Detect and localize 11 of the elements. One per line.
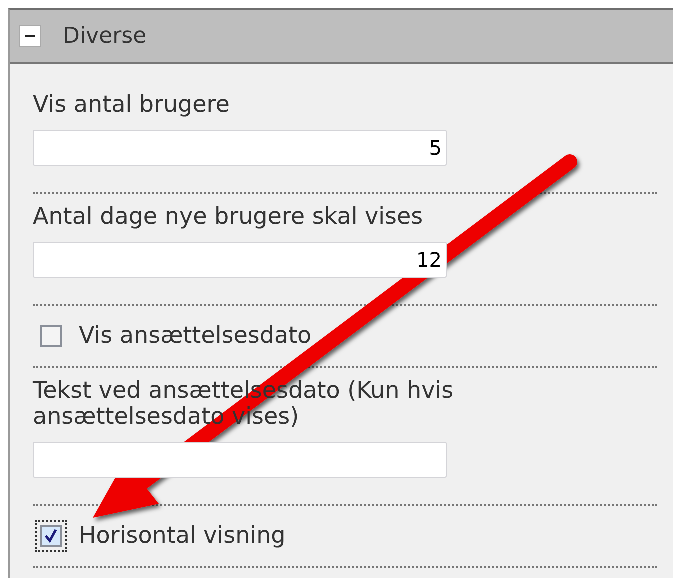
field-label: Antal dage nye brugere skal vises <box>33 204 424 230</box>
section-title: Diverse <box>63 24 147 48</box>
input-field[interactable] <box>33 442 447 478</box>
checkbox-label: Horisontal visning <box>79 523 286 549</box>
checkbox-label: Vis ansættelsesdato <box>79 323 312 349</box>
collapse-button[interactable] <box>19 25 41 47</box>
checkbox[interactable] <box>35 520 67 552</box>
input-field[interactable]: 5 <box>33 130 447 166</box>
field-label: Vis antal brugere <box>33 92 230 118</box>
checkmark-icon <box>44 529 58 543</box>
input-field[interactable]: 12 <box>33 242 447 278</box>
